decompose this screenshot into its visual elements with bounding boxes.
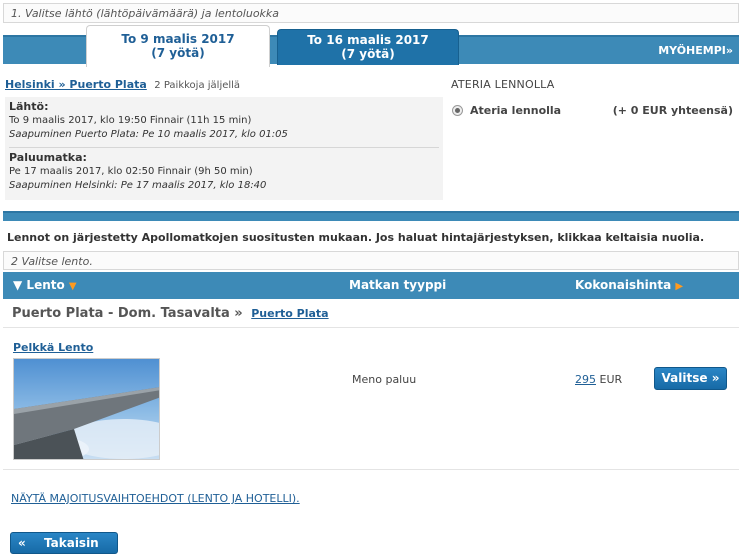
destination-divider — [3, 327, 739, 328]
sort-flight[interactable]: ▼ Lento ▼ — [13, 278, 77, 292]
step1-label: 1. Valitse lähtö (lähtöpäivämäärä) ja le… — [11, 7, 280, 20]
product-trip-type: Meno paluu — [352, 373, 417, 386]
step2-label: 2 Valitse lento. — [11, 255, 93, 268]
airplane-wing-image — [13, 358, 160, 460]
meal-title: ATERIA LENNOLLA — [451, 78, 555, 91]
flight-list-header: ▼ Lento ▼ Matkan tyyppi Kokonaishinta ▶ — [3, 272, 739, 299]
sort-note: Lennot on järjestetty Apollomatkojen suo… — [7, 231, 705, 244]
meal-radio[interactable] — [452, 105, 463, 116]
outbound-arrival: Saapuminen Puerto Plata: Pe 10 maalis 20… — [9, 129, 288, 140]
product-price: 295 EUR — [575, 373, 622, 386]
airplane-wing-icon — [14, 387, 159, 459]
route-row: Helsinki » Puerto Plata 2 Paikkoja jälje… — [5, 78, 240, 91]
triangle-down-icon: ▼ — [13, 278, 23, 292]
inbound-block: Paluumatka: Pe 17 maalis 2017, klo 02:50… — [5, 148, 443, 196]
inbound-heading: Paluumatka: — [9, 151, 87, 164]
back-label: Takaisin — [44, 536, 99, 550]
double-chevron-left-icon: « — [18, 536, 26, 550]
section-divider — [3, 211, 739, 221]
date-tab-selected-nights: (7 yötä) — [151, 46, 205, 60]
sort-total[interactable]: Kokonaishinta ▶ — [575, 278, 683, 292]
itinerary-box: Lähtö: To 9 maalis 2017, klo 19:50 Finna… — [5, 97, 443, 200]
meal-option-label: Ateria lennolla — [470, 104, 562, 117]
route-link[interactable]: Helsinki » Puerto Plata — [5, 78, 147, 91]
seats-left: 2 Paikkoja jäljellä — [154, 80, 241, 91]
flight-column-label: Lento — [26, 278, 65, 292]
destination-heading: Puerto Plata - Dom. Tasavalta » Puerto P… — [12, 306, 329, 321]
date-tab-next[interactable]: To 16 maalis 2017 (7 yötä) — [277, 29, 459, 65]
date-tab-selected[interactable]: To 9 maalis 2017 (7 yötä) — [86, 25, 270, 67]
back-button[interactable]: « Takaisin — [10, 532, 118, 554]
sort-arrow-down-icon[interactable]: ▼ — [69, 281, 77, 292]
outbound-heading: Lähtö: — [9, 100, 49, 113]
trip-type-column-label: Matkan tyyppi — [349, 278, 447, 292]
total-column-label: Kokonaishinta — [575, 278, 672, 292]
row-divider — [3, 469, 739, 470]
product-name-link[interactable]: Pelkkä Lento — [13, 341, 93, 354]
price-currency: EUR — [599, 373, 623, 386]
outbound-block: Lähtö: To 9 maalis 2017, klo 19:50 Finna… — [5, 97, 443, 145]
meal-price: (+ 0 EUR yhteensä) — [612, 104, 733, 117]
date-tab-next-date: To 16 maalis 2017 — [307, 33, 429, 47]
date-tab-next-nights: (7 yötä) — [341, 47, 395, 61]
show-hotel-options-link[interactable]: NÄYTÄ MAJOITUSVAIHTOEHDOT (LENTO JA HOTE… — [11, 492, 300, 505]
later-label: MYÖHEMPI — [658, 44, 726, 57]
select-button[interactable]: Valitse » — [654, 367, 727, 390]
inbound-detail: Pe 17 maalis 2017, klo 02:50 Finnair (9h… — [9, 166, 253, 177]
destination-link[interactable]: Puerto Plata — [251, 307, 328, 320]
later-link[interactable]: MYÖHEMPI» — [658, 44, 733, 57]
price-link[interactable]: 295 — [575, 373, 596, 386]
sort-arrow-right-icon[interactable]: ▶ — [675, 281, 683, 292]
step2-bar: 2 Valitse lento. — [3, 251, 739, 270]
date-tab-selected-date: To 9 maalis 2017 — [121, 32, 235, 46]
step1-bar: 1. Valitse lähtö (lähtöpäivämäärä) ja le… — [3, 3, 739, 23]
destination-title: Puerto Plata - Dom. Tasavalta » — [12, 306, 243, 321]
outbound-detail: To 9 maalis 2017, klo 19:50 Finnair (11h… — [9, 115, 252, 126]
double-chevron-right-icon: » — [725, 44, 733, 57]
inbound-arrival: Saapuminen Helsinki: Pe 17 maalis 2017, … — [9, 180, 267, 191]
